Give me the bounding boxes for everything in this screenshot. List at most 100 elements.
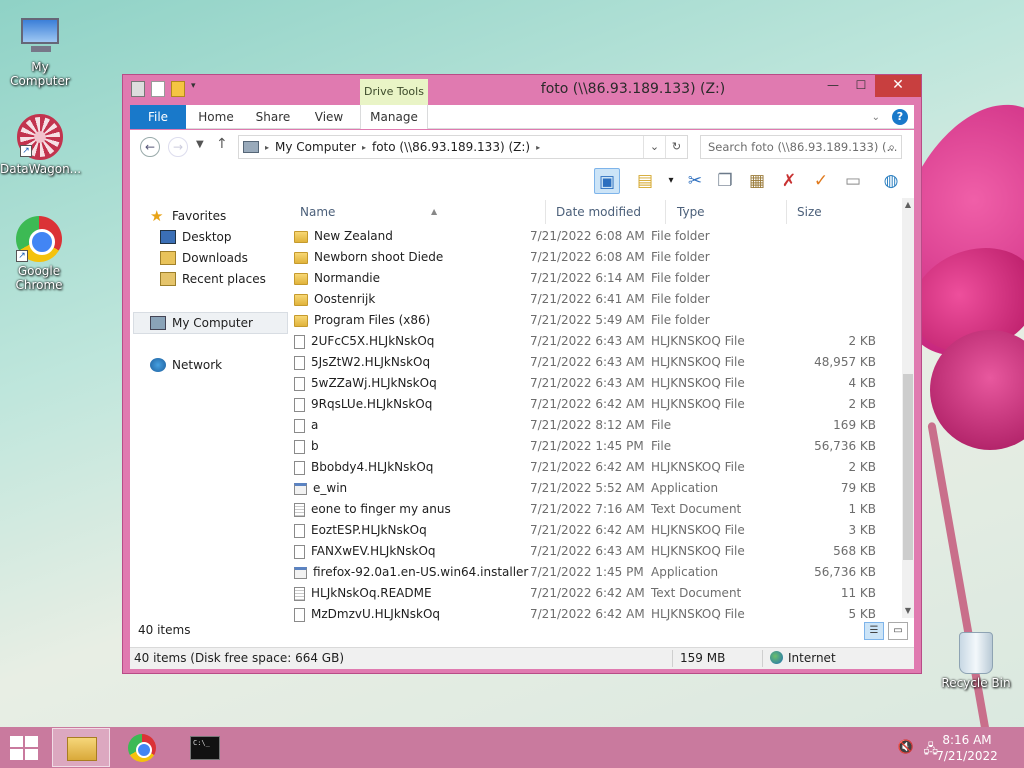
desktop-icon-recycle-bin[interactable]: Recycle Bin: [936, 632, 1016, 690]
column-header-size[interactable]: Size: [787, 200, 867, 224]
taskbar-command-prompt[interactable]: C:\_: [176, 728, 234, 767]
expand-ribbon-icon[interactable]: ⌄: [872, 112, 880, 123]
file-date: 7/21/2022 8:12 AM: [530, 418, 645, 432]
table-row[interactable]: Bbobdy4.HLJkNskOq 7/21/2022 6:42 AM HLJKNS…: [290, 457, 880, 478]
table-row[interactable]: 5wZZaWj.HLJkNskOq 7/21/2022 6:43 AM HLJKNS…: [290, 373, 880, 394]
customize-dropdown-icon[interactable]: ▾: [191, 81, 199, 97]
tab-manage[interactable]: Manage: [360, 105, 428, 129]
table-row[interactable]: Normandie 7/21/2022 6:14 AM File folder: [290, 268, 880, 289]
table-row[interactable]: EoztESP.HLJkNskOq 7/21/2022 6:42 AM HLJKNS…: [290, 520, 880, 541]
breadcrumb-my-computer[interactable]: My Computer: [275, 140, 356, 154]
scroll-up-icon[interactable]: ▲: [902, 198, 914, 212]
file-name-cell: eone to finger my anus: [294, 499, 451, 520]
desktop-icon-label: Google Chrome: [15, 264, 63, 292]
system-menu-icon[interactable]: [131, 81, 145, 97]
scroll-thumb[interactable]: [903, 374, 913, 560]
table-row[interactable]: 9RqsLUe.HLJkNskOq 7/21/2022 6:42 AM HLJKNS…: [290, 394, 880, 415]
back-button[interactable]: ←: [140, 137, 160, 157]
refresh-icon[interactable]: ↻: [665, 136, 687, 158]
tab-share[interactable]: Share: [248, 105, 298, 129]
cut-icon[interactable]: ✂: [682, 168, 708, 194]
table-row[interactable]: eone to finger my anus 7/21/2022 7:16 AM T…: [290, 499, 880, 520]
scroll-down-icon[interactable]: ▼: [902, 604, 914, 618]
table-row[interactable]: MzDmzvU.HLJkNskOq 7/21/2022 6:42 AM HLJKNS…: [290, 604, 880, 625]
copy-icon[interactable]: ❐: [712, 168, 738, 194]
details-view-icon[interactable]: ☰: [864, 622, 884, 640]
file-name: eone to finger my anus: [311, 502, 451, 516]
properties-icon[interactable]: [151, 81, 165, 97]
breadcrumb-separator-icon[interactable]: ▸: [265, 143, 269, 152]
breadcrumb-separator-icon[interactable]: ▸: [536, 143, 540, 152]
breadcrumb-current-drive[interactable]: foto (\\86.93.189.133) (Z:): [372, 140, 530, 154]
nav-desktop[interactable]: Desktop: [160, 227, 232, 247]
file-icon: [294, 460, 305, 475]
nav-network[interactable]: Network: [150, 355, 222, 375]
large-icons-view-icon[interactable]: ▭: [888, 622, 908, 640]
nav-my-computer[interactable]: My Computer: [150, 313, 253, 333]
table-row[interactable]: Program Files (x86) 7/21/2022 5:49 AM File…: [290, 310, 880, 331]
nav-recent-places[interactable]: Recent places: [160, 269, 266, 289]
column-header-type[interactable]: Type: [667, 200, 787, 224]
close-button[interactable]: ✕: [875, 75, 921, 97]
rename-icon[interactable]: ✓: [808, 168, 834, 194]
tab-file[interactable]: File: [130, 105, 186, 129]
nav-favorites[interactable]: ★ Favorites: [150, 206, 226, 226]
file-type: File: [651, 439, 672, 453]
table-row[interactable]: b 7/21/2022 1:45 PM File 56,736 KB: [290, 436, 880, 457]
file-name: 9RqsLUe.HLJkNskOq: [311, 397, 433, 411]
column-header-name[interactable]: Name ▲: [290, 200, 546, 224]
table-row[interactable]: HLJkNskOq.README 7/21/2022 6:42 AM Text Do…: [290, 583, 880, 604]
computer-icon: [243, 141, 259, 153]
paste-icon[interactable]: ▦: [744, 168, 770, 194]
table-row[interactable]: a 7/21/2022 8:12 AM File 169 KB: [290, 415, 880, 436]
search-icon[interactable]: ⌕: [888, 136, 895, 158]
new-folder-icon[interactable]: [171, 81, 185, 97]
table-row[interactable]: 5JsZtW2.HLJkNskOq 7/21/2022 6:43 AM HLJKNS…: [290, 352, 880, 373]
search-input[interactable]: Search foto (\\86.93.189.133) (... ⌕: [700, 135, 902, 159]
table-row[interactable]: FANXwEV.HLJkNskOq 7/21/2022 6:43 AM HLJKNS…: [290, 541, 880, 562]
breadcrumb-separator-icon[interactable]: ▸: [362, 143, 366, 152]
desktop-icon-datawagon[interactable]: ↗ DataWagon...: [0, 114, 81, 176]
table-row[interactable]: e_win 7/21/2022 5:52 AM Application 79 KB: [290, 478, 880, 499]
column-header-date[interactable]: Date modified: [546, 200, 666, 224]
address-bar[interactable]: ▸ My Computer ▸ foto (\\86.93.189.133) (…: [238, 135, 688, 159]
wallpaper-stem: [927, 421, 991, 739]
clock[interactable]: 8:16 AM 7/21/2022: [932, 732, 1002, 764]
folder-options-dropdown-icon[interactable]: ▾: [658, 168, 684, 194]
recent-locations-icon[interactable]: ▼: [196, 139, 204, 150]
column-header-name-label: Name: [300, 205, 336, 219]
properties-icon[interactable]: ▭: [840, 168, 866, 194]
drive-tools-context-label: Drive Tools: [360, 79, 428, 107]
taskbar-chrome[interactable]: [114, 728, 172, 767]
speaker-muted-icon[interactable]: 🔇: [898, 740, 914, 755]
folder-options-icon[interactable]: ▤: [632, 168, 658, 194]
star-icon: ★: [150, 207, 164, 225]
desktop-icon-my-computer[interactable]: My Computer: [0, 12, 80, 88]
tab-view[interactable]: View: [306, 105, 352, 129]
nav-downloads[interactable]: Downloads: [160, 248, 248, 268]
tab-home[interactable]: Home: [192, 105, 240, 129]
table-row[interactable]: New Zealand 7/21/2022 6:08 AM File folder: [290, 226, 880, 247]
help-icon[interactable]: ?: [892, 109, 908, 125]
forward-button[interactable]: →: [168, 137, 188, 157]
delete-icon[interactable]: ✗: [776, 168, 802, 194]
maximize-button[interactable]: ☐: [847, 75, 875, 97]
taskbar-file-explorer[interactable]: [52, 728, 110, 767]
table-row[interactable]: 2UFcC5X.HLJkNskOq 7/21/2022 6:43 AM HLJKNS…: [290, 331, 880, 352]
preview-pane-icon[interactable]: ▣: [594, 168, 620, 194]
shortcut-arrow-icon: ↗: [20, 145, 32, 157]
table-row[interactable]: Oostenrijk 7/21/2022 6:41 AM File folder: [290, 289, 880, 310]
table-row[interactable]: Newborn shoot Diede 7/21/2022 6:08 AM File…: [290, 247, 880, 268]
table-row[interactable]: firefox-92.0a1.en-US.win64.installer 7/21…: [290, 562, 880, 583]
file-date: 7/21/2022 7:16 AM: [530, 502, 645, 516]
up-button[interactable]: ↑: [216, 136, 228, 152]
file-name-cell: Newborn shoot Diede: [294, 247, 443, 268]
address-dropdown-icon[interactable]: ⌄: [643, 136, 665, 158]
minimize-button[interactable]: —: [819, 75, 847, 97]
vertical-scrollbar[interactable]: ▲ ▼: [902, 198, 914, 618]
desktop-icon-google-chrome[interactable]: ↗ Google Chrome: [0, 216, 78, 292]
web-icon[interactable]: ◍: [878, 168, 904, 194]
file-date: 7/21/2022 6:42 AM: [530, 460, 645, 474]
start-button[interactable]: [10, 736, 38, 760]
title-bar[interactable]: ▾ Drive Tools foto (\\86.93.189.133) (Z:…: [123, 75, 921, 107]
